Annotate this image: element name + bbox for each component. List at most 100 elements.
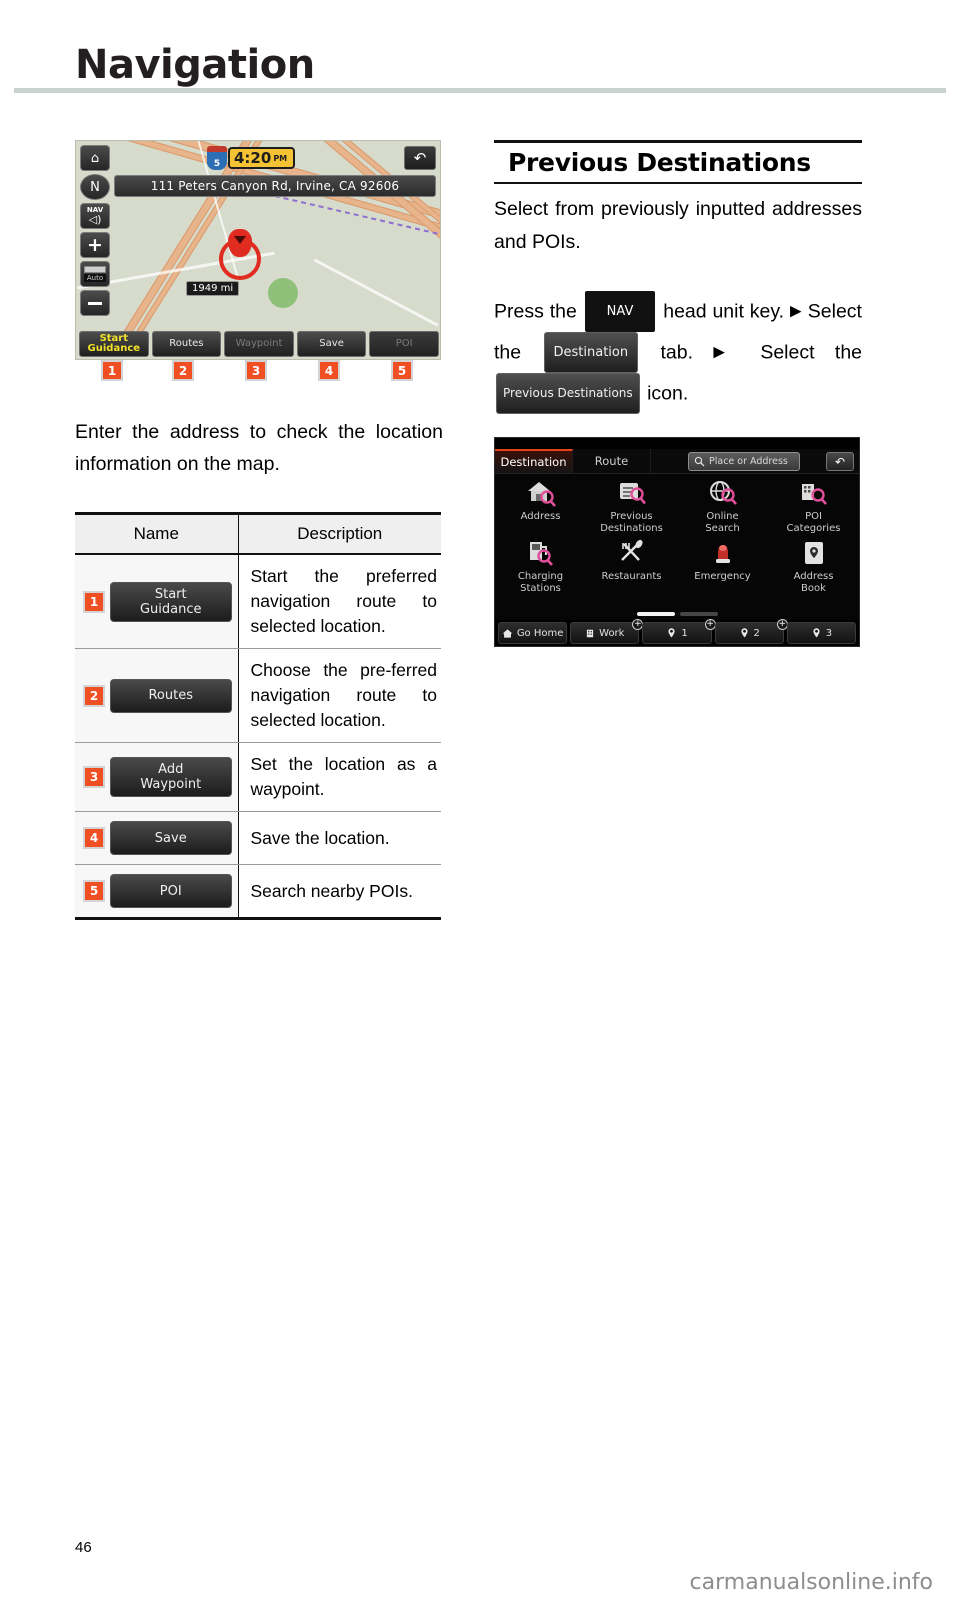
row-number-badge: 4 <box>85 829 103 847</box>
charging-station-icon <box>524 538 558 568</box>
menu-item-poi-categories[interactable]: POI Categories <box>768 478 859 534</box>
favorite-label: Work <box>599 627 625 639</box>
table-row: 3 Add Waypoint Set the location as a way… <box>75 742 441 812</box>
page-dot-2[interactable] <box>679 612 718 616</box>
favorite-label: 3 <box>825 627 833 639</box>
menu-item-charging-stations[interactable]: Charging Stations <box>495 538 586 594</box>
step-text-icon: icon. <box>647 382 689 405</box>
poi-button[interactable]: POI <box>369 331 439 357</box>
step-text-press: Press the <box>494 300 577 323</box>
zoom-in-icon[interactable]: + <box>80 232 110 258</box>
search-placeholder: Place or Address <box>709 456 788 467</box>
add-favorite-icon[interactable]: + <box>704 619 716 630</box>
globe-search-icon <box>706 478 740 508</box>
back-icon[interactable]: ↶ <box>826 452 854 471</box>
table-cell-description: Choose the pre-ferred navigation route t… <box>238 648 441 743</box>
map-scale-auto[interactable]: Auto <box>80 261 110 287</box>
page-title: Navigation <box>75 42 315 88</box>
section-header: Previous Destinations <box>494 140 862 184</box>
menu-label: Online Search <box>705 511 740 534</box>
arrow-icon: ▶ <box>789 302 802 320</box>
favorite-pin-icon <box>813 628 820 638</box>
document-search-icon <box>615 478 649 508</box>
left-paragraph: Enter the address to check the location … <box>75 421 443 475</box>
page-dot-1[interactable] <box>636 612 675 616</box>
favorite-label: 2 <box>753 627 760 639</box>
work-button[interactable]: Work + <box>570 619 644 644</box>
manual-page: Navigation 1949 mi ⌂ N NAV ◁) + Auto 5 4… <box>0 0 960 1613</box>
start-guidance-button[interactable]: Start Guidance <box>79 331 149 357</box>
table-row: 4 Save Save the location. <box>75 811 441 865</box>
routes-button[interactable]: Routes <box>151 331 222 357</box>
highway-shield-icon: 5 <box>207 146 227 170</box>
map-side-toolbar[interactable]: ⌂ N NAV ◁) + Auto <box>80 145 110 316</box>
row-number-badge: 2 <box>85 686 103 705</box>
menu-item-address[interactable]: Address <box>495 478 586 534</box>
search-input[interactable]: Place or Address <box>688 452 800 471</box>
button-description-table: Name Description 1 Start Guidance Start … <box>75 512 441 920</box>
table-cell-description: Start the preferred navigation route to … <box>238 554 441 649</box>
emergency-beacon-icon <box>706 538 740 568</box>
menu-label: Previous Destinations <box>600 511 663 534</box>
map-bottom-toolbar[interactable]: Start Guidance Routes Waypoint Save POI <box>76 329 440 359</box>
header-divider <box>14 88 946 93</box>
home-search-icon <box>524 478 558 508</box>
destination-icon-grid[interactable]: Address Previous Destinations Online Sea… <box>495 478 859 594</box>
table-row: 5 POI Search nearby POIs. <box>75 864 441 920</box>
save-button[interactable]: Save <box>296 331 367 357</box>
compass-north-icon[interactable]: N <box>80 174 110 200</box>
favorite-pin-icon <box>740 628 748 638</box>
favorite-label: Go Home <box>516 627 564 639</box>
favorite-2-button[interactable]: 2 + <box>714 619 788 644</box>
nav-volume-icon[interactable]: NAV ◁) <box>80 203 110 229</box>
cutlery-icon <box>615 538 649 568</box>
home-icon <box>502 628 513 638</box>
menu-item-emergency[interactable]: Emergency <box>677 538 768 594</box>
office-icon <box>587 629 594 637</box>
page-indicator[interactable] <box>495 612 859 616</box>
row-number-badge: 5 <box>85 882 103 900</box>
menu-item-address-book[interactable]: Address Book <box>768 538 859 594</box>
tab-destination[interactable]: Destination <box>495 449 573 473</box>
favorite-1-button[interactable]: 1 + <box>642 619 716 644</box>
waypoint-button[interactable]: Waypoint <box>224 331 294 357</box>
table-header-row: Name Description <box>75 512 441 555</box>
table-cell-name: 3 Add Waypoint <box>75 742 239 812</box>
go-home-button[interactable]: Go Home <box>498 622 568 644</box>
step-text-headunit: head unit key. <box>663 300 785 323</box>
favorite-label: 1 <box>681 627 688 639</box>
right-column: Previous Destinations Select from previo… <box>494 140 862 647</box>
back-icon[interactable]: ↶ <box>404 146 436 170</box>
favorites-bar[interactable]: Go Home Work + 1 + 2 + 3 <box>495 619 859 646</box>
callout-row: 1 2 3 4 5 <box>75 362 441 382</box>
menu-label: Address Book <box>793 571 834 594</box>
address-bar: 111 Peters Canyon Rd, Irvine, CA 92606 <box>114 175 436 197</box>
favorite-pin-icon <box>668 628 675 638</box>
column-header-description: Description <box>238 512 441 555</box>
row-number-badge: 3 <box>85 768 103 786</box>
save-button: Save <box>110 821 232 855</box>
destination-screenshot: Destination Route Place or Address ↶ Add… <box>494 437 860 647</box>
table-cell-name: 1 Start Guidance <box>75 554 239 649</box>
destination-tab-bar[interactable]: Destination Route Place or Address ↶ <box>495 449 859 474</box>
page-number: 46 <box>75 1539 92 1556</box>
page-header: Navigation <box>0 0 960 97</box>
map-screenshot: 1949 mi ⌂ N NAV ◁) + Auto 5 4:20 PM 111 … <box>75 140 441 360</box>
clock-badge: 4:20 PM <box>228 147 296 169</box>
menu-item-previous-destinations[interactable]: Previous Destinations <box>586 478 677 534</box>
menu-item-online-search[interactable]: Online Search <box>677 478 768 534</box>
tab-route[interactable]: Route <box>573 449 651 473</box>
park-area <box>268 278 298 308</box>
previous-destinations-icon-badge: Previous Destinations <box>496 373 640 414</box>
status-strip <box>495 438 859 449</box>
menu-label: Charging Stations <box>517 571 564 594</box>
zoom-out-icon[interactable] <box>80 290 110 316</box>
steps-paragraph: Press the NAV head unit key. ▶ Select th… <box>494 291 862 415</box>
building-search-icon <box>797 478 831 508</box>
table-row: 2 Routes Choose the pre-ferred navigatio… <box>75 648 441 743</box>
favorite-3-button[interactable]: 3 <box>786 622 857 644</box>
menu-item-restaurants[interactable]: Restaurants <box>586 538 677 594</box>
table-cell-description: Search nearby POIs. <box>238 864 441 920</box>
step-text-select-2: Select <box>760 341 815 364</box>
home-icon[interactable]: ⌂ <box>80 145 110 171</box>
